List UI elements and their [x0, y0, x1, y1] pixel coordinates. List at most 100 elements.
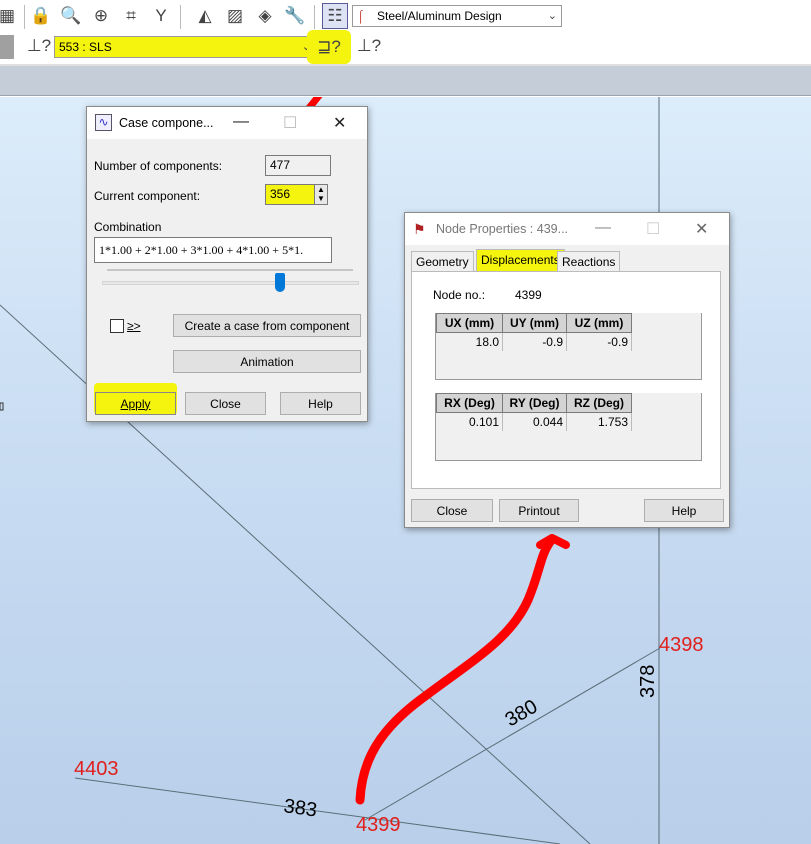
slider-thumb[interactable] [275, 273, 285, 292]
close-button[interactable]: Close [411, 499, 493, 522]
load-case-value: 553 : SLS [59, 40, 112, 54]
minimize-icon[interactable]: — [233, 113, 249, 131]
component-spinner[interactable]: ▲ ▼ [314, 184, 328, 205]
node-label-4398: 4398 [659, 634, 704, 656]
view-header-bar [0, 66, 811, 96]
zoom-icon[interactable]: 🔍 [58, 3, 84, 29]
annotation-arrow-shaft [355, 537, 555, 805]
slider-line-divider [107, 269, 353, 271]
toolbar-row-2: ⊥? 553 : SLS ⌄ ⊒? ⊥? [0, 30, 811, 64]
dialog-titlebar[interactable]: ∿ Case compone... — ☐ ✕ [87, 107, 367, 139]
toolbar-separator [314, 5, 315, 29]
column-header[interactable]: RZ (Deg) [566, 393, 632, 413]
column-header[interactable]: UZ (mm) [566, 313, 632, 333]
load-case-combo[interactable]: 553 : SLS ⌄ [54, 36, 316, 58]
current-component-label: Current component: [94, 189, 201, 203]
node-properties-dialog: ⚑ Node Properties : 439... — ☐ ✕ Geometr… [404, 212, 730, 528]
support-marker [0, 402, 4, 411]
table-cell[interactable]: 0.044 [502, 412, 567, 431]
table-cell[interactable]: 0.101 [436, 412, 503, 431]
rotations-table: RX (Deg) RY (Deg) RZ (Deg) 0.101 0.044 1… [436, 393, 632, 431]
case-components-icon[interactable]: ⊒? [307, 30, 351, 64]
create-case-button[interactable]: Create a case from component [173, 314, 361, 337]
table-icon[interactable]: ▦ [0, 3, 20, 29]
column-header[interactable]: RX (Deg) [436, 393, 503, 413]
close-icon[interactable]: ✕ [333, 113, 346, 133]
threshold-checkbox-label: ≥> [127, 319, 141, 333]
toolbar-row-1: ▦ 🔒 🔍 ⊕ ⌗ Y ◭ ▨ ◈ 🔧 ☷ ⌠ Steel/Aluminum D… [0, 2, 811, 32]
combination-field: 1*1.00 + 2*1.00 + 3*1.00 + 4*1.00 + 5*1. [94, 237, 332, 263]
zoom-window-icon[interactable]: ⊕ [88, 3, 114, 29]
chevron-down-icon: ⌄ [547, 10, 557, 22]
apply-button[interactable]: Apply [95, 392, 176, 415]
design-type-value: Steel/Aluminum Design [377, 9, 502, 23]
displacements-panel: Node no.: 4399 UX (mm) UY (mm) UZ (mm) 1… [411, 271, 721, 489]
node-label-4399: 4399 [356, 814, 401, 836]
steel-design-icon: ⌠ [357, 9, 365, 23]
wrench-icon[interactable]: 🔧 [282, 3, 308, 29]
bar-label-378: 378 [637, 665, 659, 698]
dialog-titlebar[interactable]: ⚑ Node Properties : 439... — ☐ ✕ [405, 213, 729, 245]
main-toolbar: ▦ 🔒 🔍 ⊕ ⌗ Y ◭ ▨ ◈ 🔧 ☷ ⌠ Steel/Aluminum D… [0, 0, 811, 64]
table-header-row: RX (Deg) RY (Deg) RZ (Deg) [436, 393, 632, 413]
stress-map-icon[interactable]: ▨ [222, 3, 248, 29]
animation-button[interactable]: Animation [173, 350, 361, 373]
column-header[interactable]: RY (Deg) [502, 393, 567, 413]
column-header[interactable]: UY (mm) [502, 313, 567, 333]
bar-label-383: 383 [282, 795, 318, 821]
tab-geometry[interactable]: Geometry [411, 251, 474, 271]
table-cell[interactable]: 18.0 [436, 332, 503, 351]
bar-label-380: 380 [502, 696, 542, 732]
table-cell[interactable]: -0.9 [502, 332, 567, 351]
toolbar-separator [180, 5, 181, 29]
help-button[interactable]: Help [644, 499, 724, 522]
table-row: 18.0 -0.9 -0.9 [436, 332, 632, 351]
translations-grid: UX (mm) UY (mm) UZ (mm) 18.0 -0.9 -0.9 [435, 313, 702, 380]
close-icon[interactable]: ✕ [695, 219, 708, 239]
printout-button[interactable]: Printout [499, 499, 579, 522]
table-cell[interactable]: -0.9 [566, 332, 632, 351]
tab-reactions[interactable]: Reactions [557, 251, 621, 271]
maximize-icon: ☐ [646, 221, 661, 238]
tab-displacements[interactable]: Displacements [476, 249, 565, 271]
threshold-checkbox[interactable] [110, 319, 124, 333]
table-cell[interactable]: 1.753 [566, 412, 632, 431]
toolbar-grip [0, 35, 14, 59]
dialog-title: Node Properties : 439... [436, 222, 569, 236]
node-properties-icon: ⚑ [413, 221, 426, 237]
current-component-field[interactable]: 356 [265, 184, 315, 205]
num-components-label: Number of components: [94, 159, 223, 173]
case-components-dialog: ∿ Case compone... — ☐ ✕ Number of compon… [86, 106, 368, 422]
load-display-icon[interactable]: ⊥? [356, 33, 382, 59]
spin-up-icon[interactable]: ▲ [315, 185, 327, 194]
minimize-icon[interactable]: — [595, 219, 611, 237]
component-slider[interactable] [102, 273, 359, 292]
combination-label: Combination [94, 220, 162, 234]
toolbar-separator [24, 5, 25, 29]
table-row: 0.101 0.044 1.753 [436, 412, 632, 431]
node-no-label: Node no.: [433, 288, 486, 302]
section-icon[interactable]: ◭ [192, 3, 218, 29]
table-view-icon[interactable]: ☷ [322, 3, 348, 29]
release-icon[interactable]: Y [148, 3, 174, 29]
components-app-icon: ∿ [95, 114, 112, 131]
load-case-icon[interactable]: ⊥? [26, 33, 52, 59]
node-no-value: 4399 [515, 288, 542, 302]
spin-down-icon[interactable]: ▼ [315, 194, 327, 203]
translations-table: UX (mm) UY (mm) UZ (mm) 18.0 -0.9 -0.9 [436, 313, 632, 351]
node-label-4403: 4403 [74, 758, 119, 780]
bar-line-380 [364, 647, 661, 821]
num-components-field: 477 [265, 155, 331, 176]
maximize-icon: ☐ [283, 115, 298, 132]
column-header[interactable]: UX (mm) [436, 313, 503, 333]
rotations-grid: RX (Deg) RY (Deg) RZ (Deg) 0.101 0.044 1… [435, 393, 702, 461]
table-header-row: UX (mm) UY (mm) UZ (mm) [436, 313, 632, 333]
cube-icon[interactable]: ◈ [252, 3, 278, 29]
help-button[interactable]: Help [280, 392, 361, 415]
structure-icon[interactable]: ⌗ [118, 3, 144, 29]
dialog-title: Case compone... [119, 116, 214, 130]
close-button[interactable]: Close [185, 392, 266, 415]
bar-line-383 [74, 777, 561, 844]
lock-icon[interactable]: 🔒 [28, 3, 54, 29]
design-type-combo[interactable]: ⌠ Steel/Aluminum Design ⌄ [352, 5, 562, 27]
